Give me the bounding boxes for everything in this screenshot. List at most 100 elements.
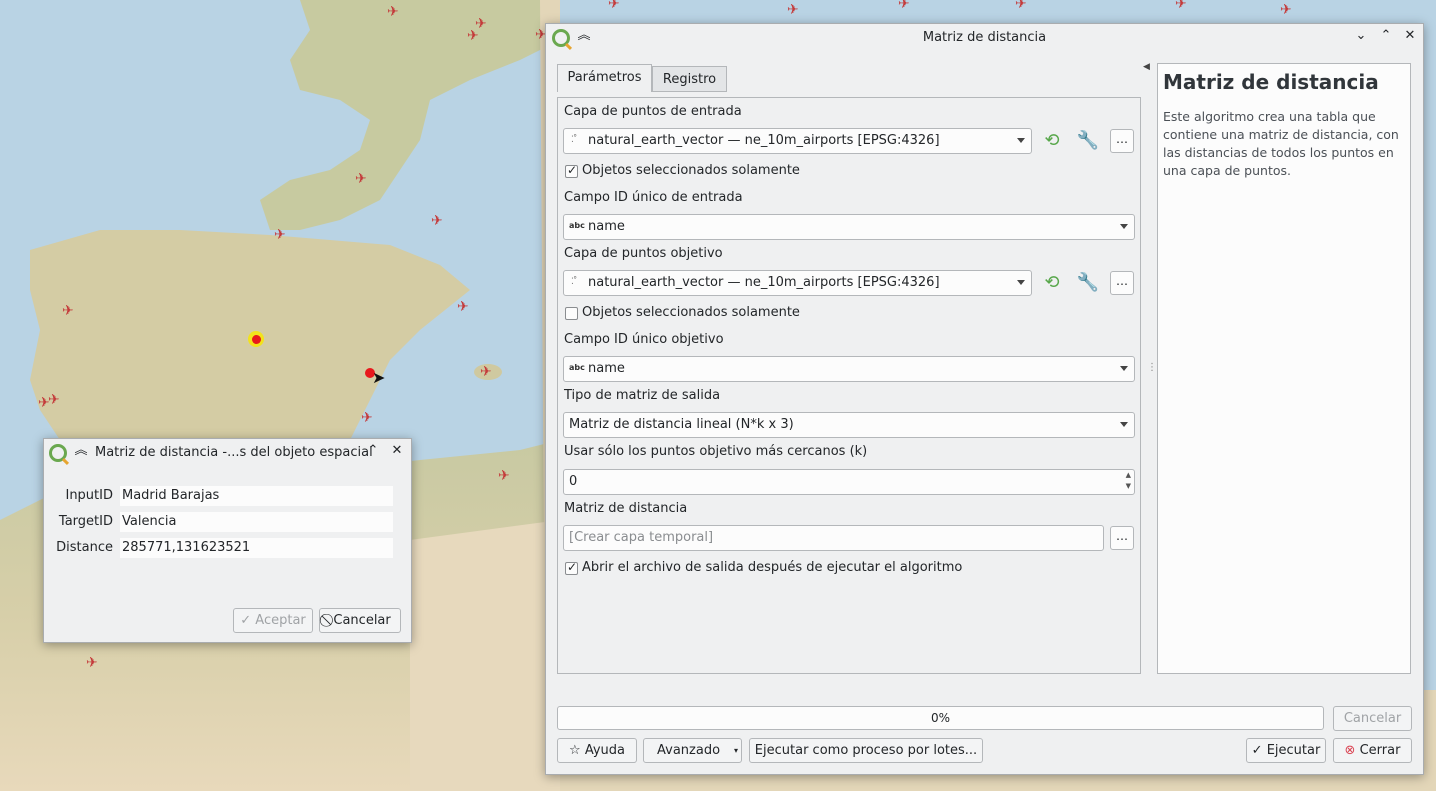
airport-icon[interactable]: ✈ (1015, 0, 1027, 12)
output-label: Matriz de distancia (564, 501, 688, 516)
maximize-button[interactable]: ⌃ (364, 442, 382, 460)
refresh-icon[interactable]: ⟲ (1039, 270, 1065, 296)
airport-icon[interactable]: ✈ (86, 655, 98, 671)
collapse-arrow-icon[interactable]: ◀ (1143, 62, 1150, 72)
cancel-run-button[interactable]: Cancelar (1333, 706, 1412, 731)
help-text: Este algoritmo crea una tabla que contie… (1163, 109, 1399, 178)
distance-matrix-dialog: ︽ Matriz de distancia ⌄ ⌃ ✕ Parámetros R… (545, 23, 1424, 775)
target-id-field[interactable]: Valencia (120, 512, 393, 532)
airport-icon[interactable]: ✈ (274, 227, 286, 243)
help-panel: Matriz de distancia Este algoritmo crea … (1157, 63, 1411, 674)
input-id-row-label: InputID (65, 488, 113, 503)
text-field-icon: abc (569, 363, 585, 372)
advanced-button[interactable]: Avanzado ▾ (643, 738, 742, 763)
close-icon[interactable]: ✕ (1401, 27, 1419, 45)
dialog-title: Matriz de distancia (922, 30, 1047, 45)
airport-icon[interactable]: ✈ (48, 392, 60, 408)
qgis-logo-icon (49, 444, 67, 462)
airport-icon[interactable]: ✈ (1175, 0, 1187, 12)
target-selected-only-checkbox[interactable] (565, 307, 578, 320)
airport-icon[interactable]: ✈ (457, 299, 469, 315)
target-selected-only-label: Objetos seleccionados solamente (582, 305, 800, 320)
input-id-label: Campo ID único de entrada (564, 190, 743, 205)
feature-cancel-button[interactable]: ⃠ Cancelar (319, 608, 401, 633)
distance-field[interactable]: 285771,131623521 (120, 538, 393, 558)
airport-icon[interactable]: ✈ (480, 364, 492, 380)
airport-icon[interactable]: ✈ (498, 468, 510, 484)
distance-row-label: Distance (56, 540, 113, 555)
help-button-label: Ayuda (584, 743, 625, 758)
input-layer-value: natural_earth_vector — ne_10m_airports [… (588, 133, 940, 148)
selected-point-madrid-core (252, 335, 261, 344)
airport-icon[interactable]: ✈ (361, 410, 373, 426)
progress-text: 0% (930, 711, 951, 725)
maximize-button[interactable]: ⌃ (1377, 27, 1395, 45)
tab-registro[interactable]: Registro (652, 66, 727, 92)
airport-icon[interactable]: ✈ (1280, 2, 1292, 18)
accept-button-label: Aceptar (255, 613, 306, 628)
input-id-field[interactable]: Madrid Barajas (120, 486, 393, 506)
input-id-combo[interactable]: abc name (563, 214, 1135, 240)
run-button-label: Ejecutar (1266, 743, 1321, 758)
airport-icon[interactable]: ✈ (608, 0, 620, 12)
nearest-k-value: 0 (569, 474, 578, 489)
output-field[interactable]: [Crear capa temporal] (563, 525, 1104, 551)
cursor-icon: ➤ (372, 368, 386, 387)
progress-bar: 0% (557, 706, 1324, 730)
splitter-handle[interactable]: ⋮ (1147, 362, 1157, 373)
nearest-k-spinbox[interactable]: 0 ▲ ▼ (563, 469, 1135, 495)
wrench-icon[interactable]: 🔧 (1075, 128, 1101, 154)
feature-title-bar[interactable]: ︽ Matriz de distancia -...s del objeto e… (44, 439, 411, 465)
tab-parametros[interactable]: Parámetros (557, 64, 652, 92)
airport-icon[interactable]: ✈ (898, 0, 910, 12)
close-button[interactable]: ⊗ Cerrar (1333, 738, 1412, 763)
target-id-value: name (588, 361, 625, 376)
close-icon[interactable]: ✕ (388, 442, 406, 460)
airport-icon[interactable]: ✈ (355, 171, 367, 187)
matrix-type-value: Matriz de distancia lineal (N*k x 3) (569, 417, 794, 432)
wrench-icon[interactable]: 🔧 (1075, 270, 1101, 296)
checkmark-icon: ✓ (240, 613, 252, 628)
spin-down-icon[interactable]: ▼ (1126, 482, 1131, 490)
point-layer-icon: ⁚˚ (571, 135, 577, 145)
help-button[interactable]: ☆ Ayuda (557, 738, 637, 763)
minimize-button[interactable]: ⌄ (1352, 27, 1370, 45)
close-button-label: Cerrar (1359, 743, 1401, 758)
chevron-down-icon (1120, 422, 1128, 427)
text-field-icon: abc (569, 221, 585, 230)
input-layer-combo[interactable]: ⁚˚ natural_earth_vector — ne_10m_airport… (563, 128, 1032, 154)
output-placeholder: [Crear capa temporal] (569, 530, 714, 545)
airport-icon[interactable]: ✈ (787, 2, 799, 18)
target-layer-value: natural_earth_vector — ne_10m_airports [… (588, 275, 940, 290)
point-layer-icon: ⁚˚ (571, 277, 577, 287)
airport-icon[interactable]: ✈ (467, 28, 479, 44)
spin-up-icon[interactable]: ▲ (1126, 471, 1131, 479)
chevron-down-icon: ▾ (733, 746, 738, 755)
open-output-checkbox[interactable] (565, 560, 578, 575)
input-layer-label: Capa de puntos de entrada (564, 104, 742, 119)
matrix-type-combo[interactable]: Matriz de distancia lineal (N*k x 3) (563, 412, 1135, 438)
run-button[interactable]: ✓ Ejecutar (1246, 738, 1326, 763)
input-layer-options-button[interactable]: … (1110, 129, 1134, 153)
refresh-icon[interactable]: ⟲ (1039, 128, 1065, 154)
batch-button[interactable]: Ejecutar como proceso por lotes... (749, 738, 983, 763)
advanced-button-label: Avanzado (657, 743, 721, 758)
nearest-k-label: Usar sólo los puntos objetivo más cercan… (564, 444, 868, 459)
close-circle-icon: ⊗ (1344, 743, 1356, 758)
airport-icon[interactable]: ✈ (387, 4, 399, 20)
input-selected-only-checkbox[interactable] (565, 163, 578, 178)
help-title: Matriz de distancia (1163, 70, 1379, 94)
accept-button[interactable]: ✓ Aceptar (233, 608, 313, 633)
target-layer-options-button[interactable]: … (1110, 271, 1134, 295)
output-options-button[interactable]: … (1110, 526, 1134, 550)
matrix-type-label: Tipo de matriz de salida (564, 388, 721, 403)
target-layer-combo[interactable]: ⁚˚ natural_earth_vector — ne_10m_airport… (563, 270, 1032, 296)
target-id-combo[interactable]: abc name (563, 356, 1135, 382)
parameters-panel: Capa de puntos de entrada ⁚˚ natural_ear… (557, 97, 1141, 674)
checkmark-icon: ✓ (1251, 743, 1263, 758)
airport-icon[interactable]: ✈ (431, 213, 443, 229)
keep-above-icon[interactable]: ︽ (72, 442, 90, 460)
title-bar[interactable]: ︽ Matriz de distancia ⌄ ⌃ ✕ (546, 24, 1423, 50)
chevron-down-icon (1120, 224, 1128, 229)
airport-icon[interactable]: ✈ (62, 303, 74, 319)
